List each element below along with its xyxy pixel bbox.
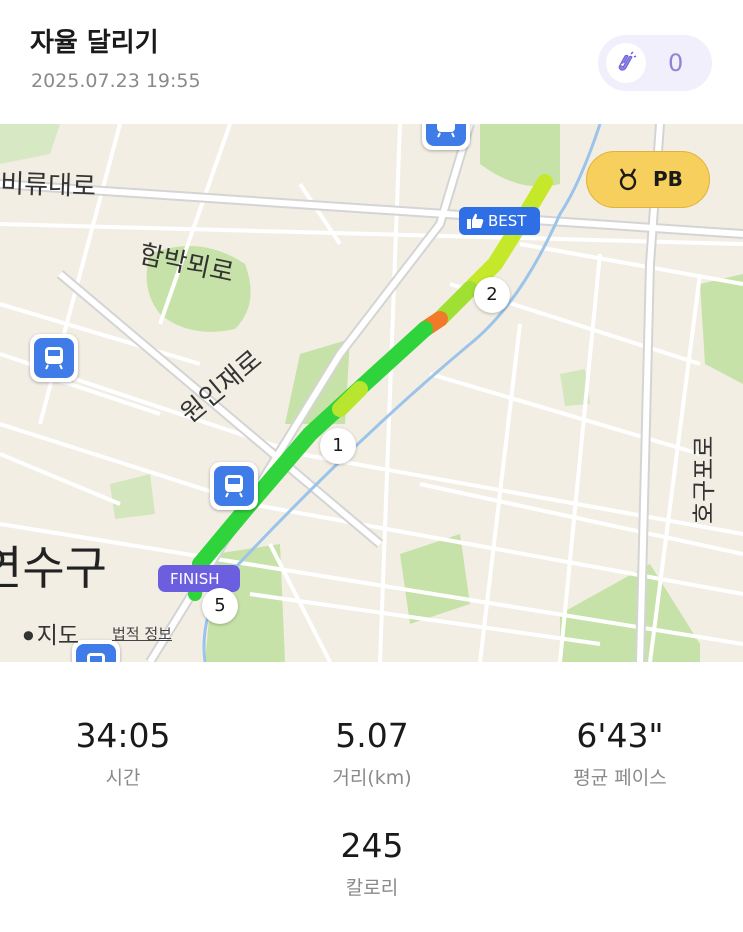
stat-calories: 245 칼로리: [272, 826, 472, 900]
stat-label: 시간: [105, 767, 141, 789]
km-marker[interactable]: 5: [202, 588, 238, 624]
clap-button[interactable]: 0: [598, 35, 712, 91]
finish-badge[interactable]: FINISH: [158, 565, 240, 592]
stat-label: 칼로리: [345, 877, 399, 899]
subway-station-icon[interactable]: [210, 462, 258, 510]
km-marker[interactable]: 2: [474, 277, 510, 313]
stat-duration: 34:05 시간: [23, 716, 223, 790]
clap-count: 0: [668, 49, 684, 77]
stat-label: 평균 페이스: [573, 767, 667, 789]
map-attribution: ⚫지도: [20, 616, 79, 650]
stat-value: 245: [340, 826, 404, 865]
finish-label: FINISH: [170, 570, 220, 588]
subway-station-icon[interactable]: [422, 124, 470, 150]
stat-value: 6'43": [576, 716, 664, 755]
street-label-hogupo: 호구포로: [690, 436, 718, 524]
stat-distance: 5.07 거리(km): [272, 716, 472, 790]
legal-info-link[interactable]: 법적 정보: [112, 623, 172, 644]
district-label: 연수구: [0, 541, 107, 595]
subway-station-icon[interactable]: [30, 334, 78, 382]
run-datetime: 2025.07.23 19:55: [31, 70, 201, 92]
map-brand-label: 지도: [36, 623, 80, 649]
best-label: BEST: [488, 212, 527, 230]
street-label-biryu: 비류대로: [0, 169, 96, 202]
personal-best-badge[interactable]: PB: [586, 151, 710, 208]
stat-value: 5.07: [335, 716, 409, 755]
route-map[interactable]: 비류대로 함박뫼로 원인재로 호구포로 연수구 PB BEST FINISH 1…: [0, 124, 743, 662]
km-marker[interactable]: 1: [320, 428, 356, 464]
header: 자율 달리기 2025.07.23 19:55 0: [0, 0, 743, 124]
clap-icon: [606, 43, 646, 83]
pb-label: PB: [653, 167, 683, 191]
stat-average-pace: 6'43" 평균 페이스: [520, 716, 720, 790]
medal-icon: [619, 168, 637, 191]
page-title: 자율 달리기: [30, 28, 159, 58]
best-segment-badge[interactable]: BEST: [459, 207, 540, 235]
stat-label: 거리(km): [332, 767, 412, 789]
thumbs-up-icon: [467, 213, 484, 229]
stat-value: 34:05: [75, 716, 171, 755]
apple-logo-icon: ⚫: [20, 624, 37, 648]
